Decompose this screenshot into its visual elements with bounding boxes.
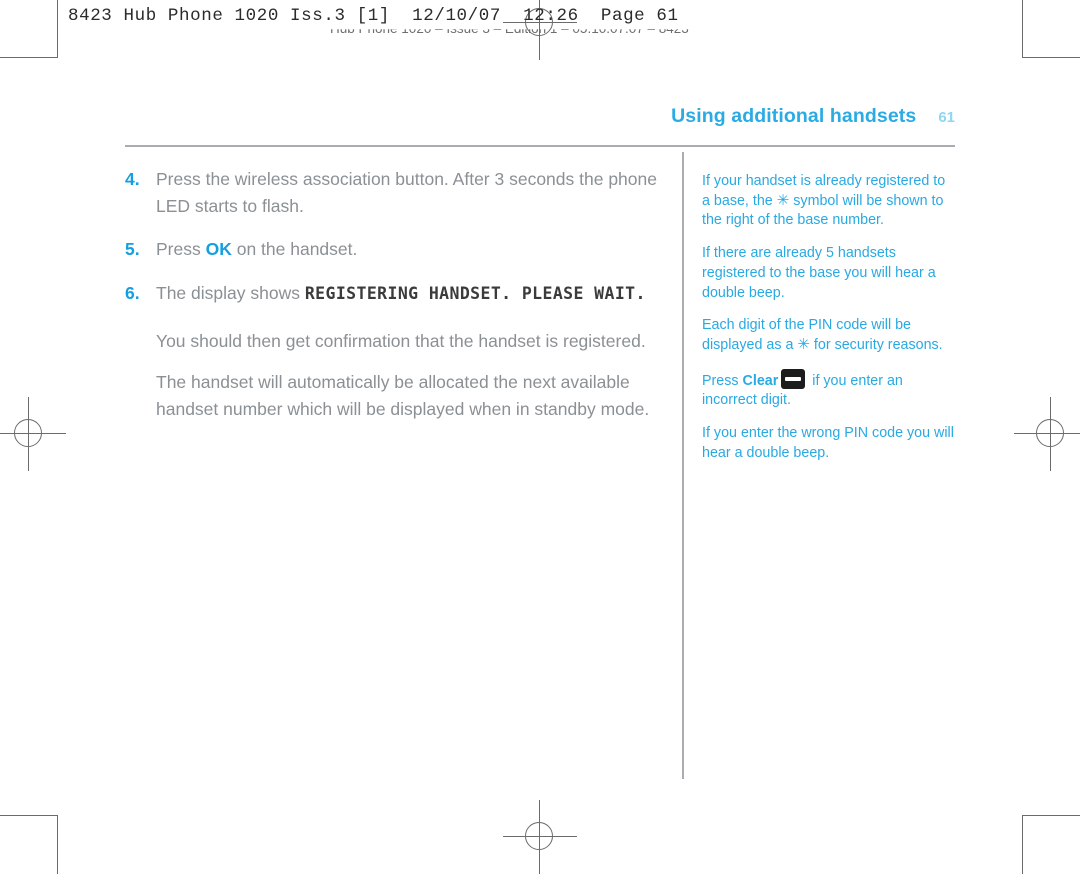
list-item: 5. Press OK on the handset. xyxy=(125,236,670,263)
asterisk-icon: ✳ xyxy=(776,191,790,209)
step-text: Press OK on the handset. xyxy=(156,236,670,263)
step-number: 5. xyxy=(125,239,140,260)
lcd-display-text: REGISTERING HANDSET. PLEASE WAIT. xyxy=(304,283,646,303)
manual-page: Using additional handsets 61 4. Press th… xyxy=(0,0,1080,873)
note-text: If you enter the wrong PIN code you will… xyxy=(702,425,954,461)
running-head: Using additional handsets 61 xyxy=(671,105,955,128)
asterisk-icon: ✳ xyxy=(797,336,810,354)
clear-key-icon xyxy=(781,368,806,389)
column-divider-rule xyxy=(682,152,684,779)
step-text-after: on the handset. xyxy=(231,239,358,260)
side-notes-column: If your handset is already registered to… xyxy=(702,172,957,477)
main-content-column: 4. Press the wireless association button… xyxy=(125,166,670,439)
list-item: 6. The display shows REGISTERING HANDSET… xyxy=(125,280,670,307)
ok-key-label: OK xyxy=(205,239,232,260)
body-paragraph: You should then get confirmation that th… xyxy=(156,331,646,352)
side-note: Each digit of the PIN code will be displ… xyxy=(702,316,957,355)
clear-key-label: Clear xyxy=(742,372,779,389)
list-item: 4. Press the wireless association button… xyxy=(125,166,670,219)
page-number: 61 xyxy=(938,109,955,126)
header-divider-rule xyxy=(125,145,955,147)
step-number: 4. xyxy=(125,169,140,189)
side-note: If you enter the wrong PIN code you will… xyxy=(702,424,957,463)
step-text: The display shows REGISTERING HANDSET. P… xyxy=(156,280,670,307)
note-text: If there are already 5 handsets register… xyxy=(702,245,936,301)
note-text: for security reasons. xyxy=(809,337,943,354)
step-text-before: Press xyxy=(156,239,206,260)
body-paragraph: The handset will automatically be alloca… xyxy=(156,371,650,419)
page-title: Using additional handsets xyxy=(671,105,917,127)
side-note: Press Clear if you enter an incorrect di… xyxy=(702,368,957,411)
step-number: 6. xyxy=(125,282,140,303)
side-note: If your handset is already registered to… xyxy=(702,172,957,231)
side-note: If there are already 5 handsets register… xyxy=(702,244,957,303)
step-text: Press the wireless association button. A… xyxy=(156,169,657,216)
step-text-before: The display shows xyxy=(156,282,305,303)
note-text: Press xyxy=(702,372,743,389)
